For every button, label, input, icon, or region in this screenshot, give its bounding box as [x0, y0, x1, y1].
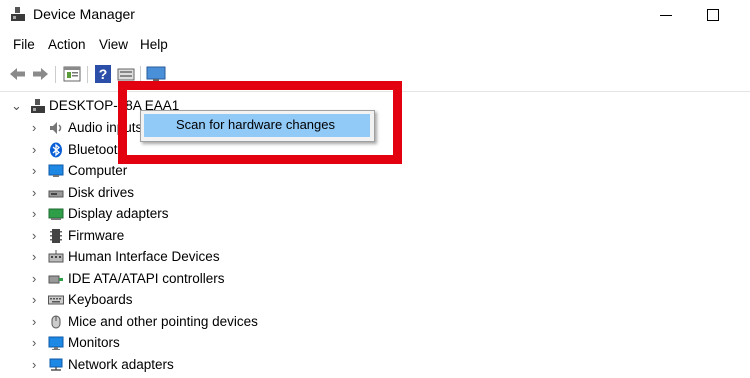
tree-item-display-adapters[interactable]: › Display adapters [0, 204, 400, 224]
tree-item-label: Monitors [68, 335, 120, 350]
tree-item-label: Display adapters [68, 206, 169, 221]
tree-item-label: Keyboards [68, 292, 133, 307]
chevron-right-icon[interactable]: › [32, 118, 42, 138]
forward-icon[interactable] [30, 64, 50, 84]
tree-item-ide-controllers[interactable]: › IDE ATA/ATAPI controllers [0, 269, 400, 289]
computer-tower-icon [30, 98, 46, 114]
tree-item-network-adapters[interactable]: › Network adapters [0, 355, 400, 375]
ide-controller-icon [48, 271, 64, 287]
tree-item-mice[interactable]: › Mice and other pointing devices [0, 312, 400, 332]
tree-item-label: Firmware [68, 228, 125, 243]
window-title: Device Manager [33, 6, 135, 22]
mouse-icon [48, 314, 64, 330]
bluetooth-icon [48, 142, 64, 158]
network-adapter-icon [48, 357, 64, 373]
maximize-button[interactable] [698, 4, 726, 26]
tree-item-label: Network adapters [68, 357, 174, 372]
menu-help[interactable]: Help [140, 37, 168, 52]
tree-item-label: Human Interface Devices [68, 249, 220, 264]
help-icon[interactable]: ? [93, 64, 113, 84]
chevron-right-icon[interactable]: › [32, 247, 42, 267]
tree-item-monitors[interactable]: › Monitors [0, 333, 400, 353]
title-bar: Device Manager [0, 0, 750, 30]
chevron-right-icon[interactable]: › [32, 269, 42, 289]
chevron-right-icon[interactable]: › [32, 312, 42, 332]
tree-item-hid[interactable]: › Human Interface Devices [0, 247, 400, 267]
chevron-right-icon[interactable]: › [32, 204, 42, 224]
tree-item-disk-drives[interactable]: › Disk drives [0, 183, 400, 203]
monitor-icon [48, 335, 64, 351]
menu-bar: File Action View Help [0, 33, 750, 57]
chevron-right-icon[interactable]: › [32, 355, 42, 375]
keyboard-icon [48, 292, 64, 308]
minimize-button[interactable] [652, 4, 680, 26]
tree-item-label: Bluetooth [68, 142, 126, 157]
firmware-icon [48, 228, 64, 244]
speaker-icon [48, 120, 64, 136]
back-icon[interactable] [8, 64, 28, 84]
tree-item-computer[interactable]: › Computer [0, 161, 400, 181]
tree-item-keyboards[interactable]: › Keyboards [0, 290, 400, 310]
properties-icon[interactable] [62, 64, 82, 84]
svg-text:?: ? [99, 66, 108, 82]
display-adapter-icon [48, 206, 64, 222]
chevron-right-icon[interactable]: › [32, 290, 42, 310]
disk-drive-icon [48, 185, 64, 201]
tree-item-firmware[interactable]: › Firmware [0, 226, 400, 246]
chevron-right-icon[interactable]: › [32, 161, 42, 181]
toolbar-separator [87, 66, 88, 83]
toolbar-separator [55, 66, 56, 83]
chevron-down-icon[interactable]: ⌄ [11, 96, 22, 116]
menu-view[interactable]: View [99, 37, 128, 52]
device-manager-icon [10, 6, 26, 22]
highlight-box [118, 81, 402, 164]
chevron-right-icon[interactable]: › [32, 140, 42, 160]
tree-item-label: Disk drives [68, 185, 135, 200]
chevron-right-icon[interactable]: › [32, 226, 42, 246]
tree-item-label: Mice and other pointing devices [68, 314, 258, 329]
chevron-right-icon[interactable]: › [32, 183, 42, 203]
menu-file[interactable]: File [13, 37, 35, 52]
tree-item-label: Computer [68, 163, 128, 178]
computer-icon [48, 163, 64, 179]
tree-item-label: IDE ATA/ATAPI controllers [68, 271, 225, 286]
menu-action[interactable]: Action [48, 37, 86, 52]
chevron-right-icon[interactable]: › [32, 333, 42, 353]
hid-icon [48, 249, 64, 265]
